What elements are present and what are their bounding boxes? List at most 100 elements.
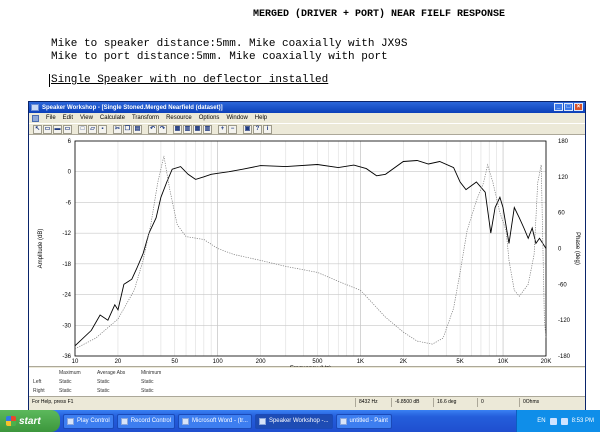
paint-icon: [339, 417, 347, 425]
microphone-icon: [120, 417, 128, 425]
cut-icon[interactable]: ✂: [113, 124, 122, 134]
menu-window[interactable]: Window: [226, 115, 247, 121]
toolbar-separator: [238, 125, 242, 134]
menu-resource[interactable]: Resource: [166, 115, 192, 121]
chart1-icon[interactable]: ▦: [173, 124, 182, 134]
text-caret: [49, 74, 50, 87]
toolbar: ↖ ▭ ▬ ▭ □ ▱ ▪ ✂ ❐ ▤ ↶ ↷ ▦ ▥ ▦ ▥ + − ▣? i: [29, 123, 585, 135]
x-tick-label: 20: [115, 359, 122, 365]
speaker-workshop-window: Speaker Workshop - [Single Stoned.Merged…: [28, 101, 586, 416]
language-indicator[interactable]: EN: [537, 418, 545, 424]
chart3-icon[interactable]: ▦: [193, 124, 202, 134]
redo-icon[interactable]: ↷: [158, 124, 167, 134]
windows-logo-icon: [6, 416, 16, 426]
document-line-mic-speaker: Mike to speaker distance:5mm. Mike coaxi…: [51, 38, 408, 50]
y-axis-label-left: Amplitude (dB): [38, 229, 44, 269]
toolbar-separator: [143, 125, 147, 134]
frequency-response-plot: 6 0 -6 -12 -18 -24 -30 -36 180 120 60 0 -60 -120 -180 1…: [29, 135, 585, 367]
table-cell: Static: [141, 379, 154, 385]
close-button[interactable]: ×: [574, 103, 583, 111]
table-header-average: Average Abs: [97, 370, 126, 376]
maximize-button[interactable]: □: [564, 103, 573, 111]
y-tick-right: -180: [558, 354, 571, 360]
window-title: Speaker Workshop - [Single Stoned.Merged…: [42, 104, 223, 111]
plot-svg: 60-6-12-18-24-30-36180120600-60-120-1801…: [38, 139, 580, 367]
taskbar-item-record-control[interactable]: Record Control: [116, 413, 176, 429]
x-tick-label: 2K: [400, 359, 407, 365]
table-cell: Static: [59, 388, 72, 394]
document-icon[interactable]: [32, 114, 39, 122]
zoom-out-icon[interactable]: −: [228, 124, 237, 134]
minimize-button[interactable]: _: [554, 103, 563, 111]
x-tick-label: 10K: [498, 359, 509, 365]
zoom-in-icon[interactable]: +: [218, 124, 227, 134]
status-impedance: 0Ohms: [519, 398, 539, 407]
undo-icon[interactable]: ↶: [148, 124, 157, 134]
taskbar-item-speaker-workshop[interactable]: Speaker Workshop -...: [254, 413, 333, 429]
menu-bar: File Edit View Calculate Transform Resou…: [29, 113, 585, 123]
toolbar-separator: [73, 125, 77, 134]
menu-edit[interactable]: Edit: [63, 115, 73, 121]
start-label: start: [19, 415, 41, 427]
taskbar-item-label: Play Control: [77, 418, 110, 424]
table-header-maximum: Maximum: [59, 370, 81, 376]
table-cell: Static: [97, 379, 110, 385]
chart4-icon[interactable]: ▥: [203, 124, 212, 134]
volume-icon[interactable]: [549, 417, 557, 425]
x-tick-label: 100: [213, 359, 224, 365]
amplitude-curve: [74, 160, 547, 347]
toolbar-separator: [168, 125, 172, 134]
taskbar-item-paint[interactable]: untitled - Paint: [335, 413, 392, 429]
taskbar-item-label: Record Control: [130, 418, 172, 424]
x-tick-label: 20K: [541, 359, 552, 365]
status-help: For Help, press F1: [32, 399, 74, 405]
y-tick-left: 0: [68, 170, 72, 176]
document-line-setup: Single Speaker with no deflector install…: [51, 74, 329, 86]
start-button[interactable]: start: [0, 410, 60, 432]
taskbar-item-label: untitled - Paint: [349, 418, 388, 424]
y-tick-right: 120: [558, 175, 569, 181]
menu-transform[interactable]: Transform: [132, 115, 159, 121]
table-row-left-label: Left: [33, 379, 42, 385]
y-tick-left: 6: [68, 139, 72, 145]
chart2-icon[interactable]: ▥: [183, 124, 192, 134]
window-titlebar[interactable]: Speaker Workshop - [Single Stoned.Merged…: [29, 102, 585, 113]
document-line-mic-port: Mike to port distance:5mm. Mike coaxiall…: [51, 51, 388, 63]
menu-options[interactable]: Options: [199, 115, 220, 121]
paste-icon[interactable]: ▤: [133, 124, 142, 134]
x-tick-label: 200: [256, 359, 267, 365]
y-tick-right: 180: [558, 139, 569, 145]
system-tray: EN 8:53 PM: [516, 410, 600, 432]
taskbar-item-play-control[interactable]: Play Control: [63, 413, 114, 429]
status-bar: For Help, press F1 8432 Hz -6.8500 dB 16…: [29, 398, 585, 407]
view3-icon[interactable]: ▭: [63, 124, 72, 134]
table-cell: Static: [141, 388, 154, 394]
print-icon[interactable]: ▣: [243, 124, 252, 134]
status-frequency: 8432 Hz: [355, 398, 378, 407]
y-tick-right: -120: [558, 318, 571, 324]
document-title: MERGED (DRIVER + PORT) NEAR FIELF RESPON…: [253, 9, 506, 20]
network-icon[interactable]: [560, 417, 568, 425]
menu-help[interactable]: Help: [255, 115, 267, 121]
about-icon[interactable]: i: [263, 124, 272, 134]
phase-curve: [74, 155, 547, 350]
help-icon[interactable]: ?: [253, 124, 262, 134]
copy-icon[interactable]: ❐: [123, 124, 132, 134]
view2-icon[interactable]: ▬: [53, 124, 62, 134]
new-icon[interactable]: □: [78, 124, 87, 134]
menu-file[interactable]: File: [46, 115, 56, 121]
open-icon[interactable]: ▱: [88, 124, 97, 134]
x-axis-label: Frequency (Hz): [290, 366, 331, 367]
toolbar-separator: [213, 125, 217, 134]
toolbar-separator: [108, 125, 112, 134]
taskbar-item-label: Speaker Workshop -...: [268, 418, 329, 424]
taskbar-item-word[interactable]: Microsoft Word - (tr...: [178, 413, 252, 429]
menu-calculate[interactable]: Calculate: [100, 115, 125, 121]
pointer-icon[interactable]: ↖: [33, 124, 42, 134]
save-icon[interactable]: ▪: [98, 124, 107, 134]
view1-icon[interactable]: ▭: [43, 124, 52, 134]
clock: 8:53 PM: [571, 418, 594, 424]
y-tick-left: -30: [62, 323, 71, 329]
menu-view[interactable]: View: [80, 115, 93, 121]
plot-frame: [74, 140, 547, 357]
